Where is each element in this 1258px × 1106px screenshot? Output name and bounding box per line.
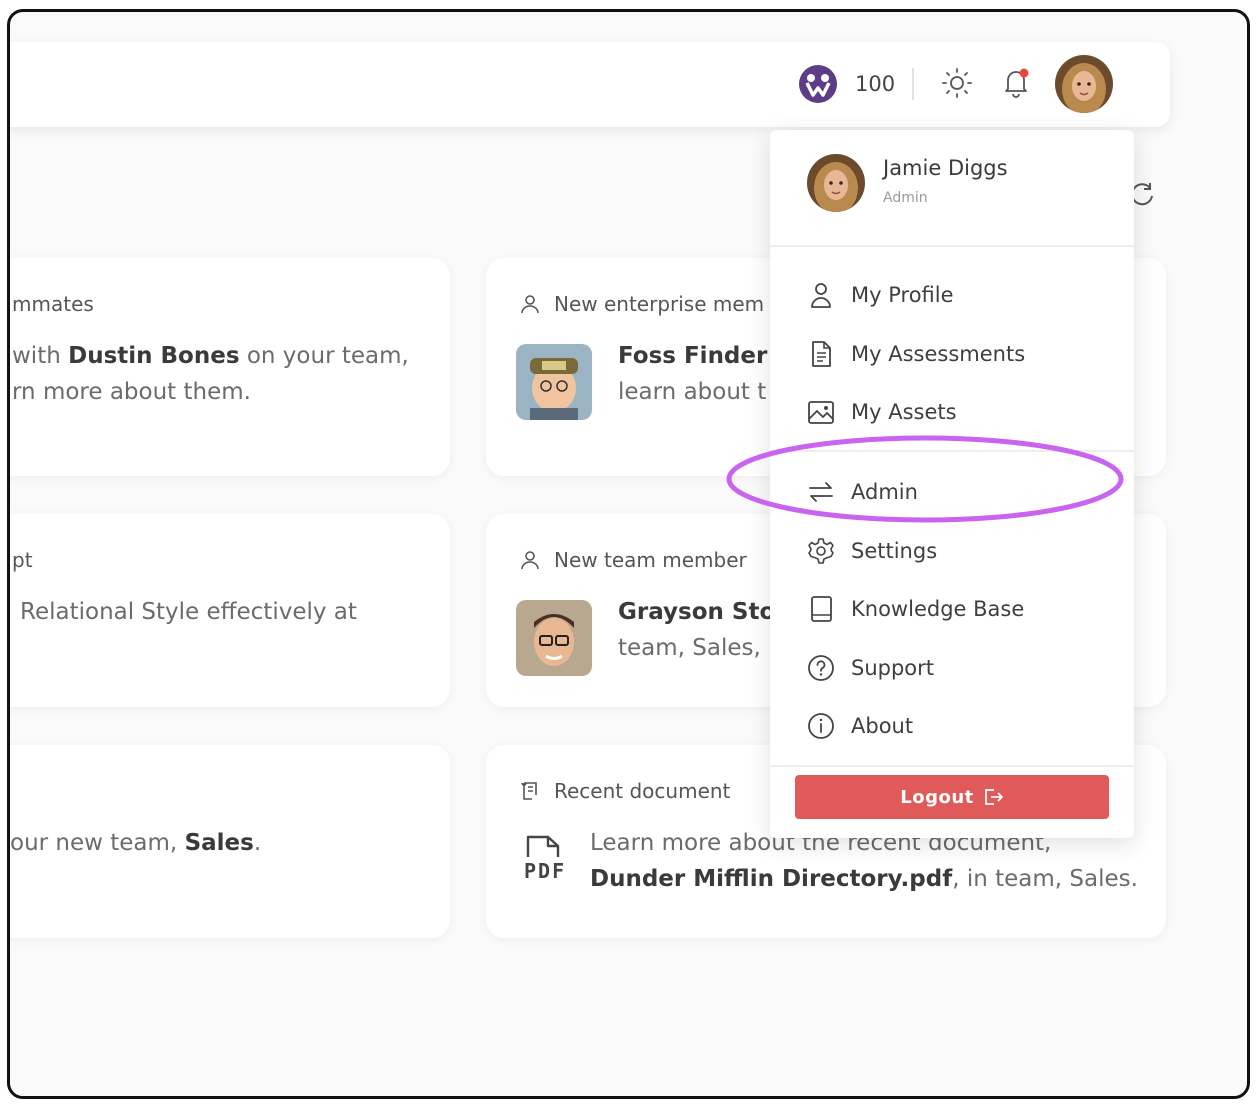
logout-label: Logout: [900, 786, 974, 808]
card-text: Relational Style effectively at: [20, 599, 357, 625]
menu-item-settings[interactable]: Settings: [806, 529, 1106, 573]
user-menu: Jamie Diggs Admin My Profile My Assessme…: [770, 130, 1134, 838]
document-icon: [812, 341, 831, 367]
gear-icon: [808, 538, 834, 564]
avatar: [807, 154, 865, 212]
card-heading: pt: [12, 548, 33, 572]
swap-icon: [809, 482, 833, 502]
user-icon: [521, 551, 539, 570]
divider: [912, 68, 914, 100]
info-icon: [808, 713, 834, 739]
menu-item-my-profile[interactable]: My Profile: [806, 273, 1106, 317]
card-text: Grayson Stor team, Sales,: [618, 599, 787, 661]
menu-item-support[interactable]: Support: [806, 646, 1106, 690]
divider: [770, 765, 1134, 767]
menu-item-label: Knowledge Base: [851, 597, 1025, 621]
coin-count: 100: [855, 72, 896, 96]
menu-item-label: My Assessments: [851, 342, 1026, 366]
menu-item-knowledge-base[interactable]: Knowledge Base: [806, 587, 1106, 631]
menu-item-label: My Assets: [851, 400, 957, 424]
menu-item-my-assets[interactable]: My Assets: [806, 390, 1106, 434]
card-text: with Dustin Bones on your team, rn more …: [12, 343, 409, 405]
menu-item-label: Support: [851, 656, 935, 680]
person-name[interactable]: Foss Finder: [618, 343, 767, 369]
person-name[interactable]: Grayson Stor: [618, 599, 787, 625]
menu-item-label: Settings: [851, 539, 938, 563]
user-icon: [521, 295, 539, 314]
member-photo: [516, 344, 592, 420]
pdf-label: PDF: [524, 859, 567, 883]
avatar[interactable]: [1055, 55, 1113, 113]
scroll-document-icon: [521, 782, 537, 800]
card-text: our new team, Sales.: [10, 830, 262, 856]
card-heading: New team member: [554, 548, 747, 572]
sun-icon[interactable]: [940, 66, 974, 100]
app-window: 100 mmates with Dustin Bones on your tea…: [7, 9, 1250, 1099]
card-heading: New enterprise mem: [554, 292, 765, 316]
menu-item-my-assessments[interactable]: My Assessments: [806, 332, 1106, 376]
menu-item-label: About: [851, 714, 914, 738]
logout-icon: [984, 789, 1003, 805]
card-heading: Recent document: [554, 779, 731, 803]
menu-item-label: Admin: [851, 480, 918, 504]
top-bar: 100: [10, 42, 1170, 127]
divider: [770, 245, 1134, 247]
menu-item-label: My Profile: [851, 283, 954, 307]
user-icon: [811, 283, 831, 308]
feed-card[interactable]: our new team, Sales.: [10, 745, 450, 938]
card-heading: mmates: [12, 292, 94, 316]
divider: [770, 450, 1134, 452]
team-name[interactable]: Sales: [185, 830, 254, 856]
menu-item-about[interactable]: About: [806, 704, 1106, 748]
member-photo: [516, 600, 592, 676]
coin-icon[interactable]: [798, 64, 838, 104]
user-role: Admin: [883, 190, 928, 206]
card-text: Foss Finder h learn about t: [618, 343, 789, 405]
logout-button[interactable]: Logout: [795, 775, 1109, 819]
menu-item-admin[interactable]: Admin: [806, 470, 1106, 514]
image-icon: [808, 401, 834, 424]
feed-card[interactable]: mmates with Dustin Bones on your team, r…: [10, 258, 450, 476]
person-name[interactable]: Dustin Bones: [68, 343, 239, 369]
pdf-file-icon: [526, 835, 560, 857]
document-link[interactable]: Dunder Mifflin Directory.pdf: [590, 866, 952, 892]
feed-card[interactable]: pt Relational Style effectively at: [10, 514, 450, 707]
user-name: Jamie Diggs: [883, 156, 1008, 180]
help-icon: [808, 655, 834, 681]
book-icon: [811, 596, 832, 622]
bell-icon[interactable]: [998, 64, 1034, 100]
